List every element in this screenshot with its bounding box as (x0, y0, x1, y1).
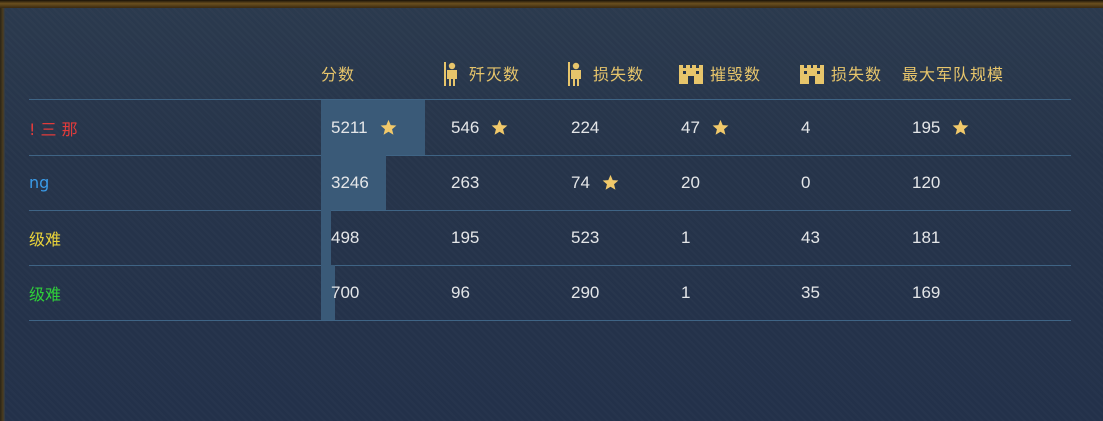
unit-losses-value: 523 (571, 227, 600, 247)
unit-losses-cell: 290 (571, 265, 599, 320)
header-unit-losses-label: 损失数 (593, 65, 645, 84)
player-row[interactable]: 级难 498 195 523 1 43 181 (29, 210, 1071, 266)
unit-losses-cell: 224 (571, 100, 599, 155)
max-army-value: 195 (912, 117, 941, 137)
destroyed-cell: 1 (681, 210, 690, 265)
score-value: 700 (331, 282, 360, 302)
destroyed-value: 1 (681, 282, 691, 302)
star-icon (380, 119, 396, 135)
score-bar (321, 210, 331, 265)
top-frame-border (0, 0, 1103, 8)
destroyed-cell: 1 (681, 265, 690, 320)
kills-cell: 195 (451, 210, 479, 265)
header-unit-losses: 损失数 (565, 58, 644, 88)
player-name: 级难 (29, 229, 62, 249)
player-name: ng (29, 173, 50, 192)
header-building-losses-label: 损失数 (831, 65, 883, 84)
header-kills: 歼灭数 (441, 58, 520, 88)
max-army-cell: 120 (912, 155, 940, 210)
header-max-army: 最大军队规模 (902, 58, 1004, 88)
max-army-cell: 169 (912, 265, 940, 320)
kills-cell: 263 (451, 155, 479, 210)
max-army-value: 181 (912, 227, 941, 247)
score-value: 498 (331, 227, 360, 247)
player-name: 级难 (29, 284, 62, 304)
unit-losses-value: 224 (571, 117, 600, 137)
left-frame-border (0, 8, 5, 421)
max-army-value: 169 (912, 282, 941, 302)
score-value: 5211 (331, 117, 368, 137)
star-icon (952, 119, 969, 135)
player-row[interactable]: ng 3246 263 74 20 0 120 (29, 155, 1071, 211)
building-losses-cell: 43 (801, 210, 820, 265)
soldier-icon (568, 62, 581, 86)
header-destroyed-label: 摧毁数 (710, 65, 762, 84)
destroyed-value: 47 (681, 117, 700, 137)
unit-losses-value: 290 (571, 282, 600, 302)
building-losses-value: 4 (801, 117, 811, 137)
player-row[interactable]: ! 三 那 5211 546 224 47 4 195 (29, 100, 1071, 156)
building-losses-cell: 4 (801, 100, 810, 155)
destroyed-value: 20 (681, 172, 700, 192)
building-losses-cell: 35 (801, 265, 820, 320)
kills-value: 195 (451, 227, 480, 247)
score-cell: 3246 (331, 155, 369, 210)
header-kills-label: 歼灭数 (469, 65, 521, 84)
destroyed-cell: 47 (681, 100, 729, 155)
star-icon (712, 119, 729, 135)
player-name: ! 三 那 (29, 119, 78, 139)
kills-value: 263 (451, 172, 480, 192)
unit-losses-cell: 74 (571, 155, 619, 210)
score-cell: 498 (331, 210, 359, 265)
player-row[interactable]: 级难 700 96 290 1 35 169 (29, 265, 1071, 321)
score-cell: 700 (331, 265, 359, 320)
max-army-cell: 195 (912, 100, 969, 155)
unit-losses-value: 74 (571, 172, 590, 192)
header-building-losses: 损失数 (799, 58, 882, 88)
destroyed-value: 1 (681, 227, 691, 247)
star-icon (491, 119, 508, 135)
max-army-value: 120 (912, 172, 941, 192)
kills-value: 96 (451, 282, 470, 302)
max-army-cell: 181 (912, 210, 940, 265)
building-losses-value: 35 (801, 282, 820, 302)
building-losses-cell: 0 (801, 155, 810, 210)
castle-icon (679, 65, 703, 84)
header-score: 分数 (321, 58, 355, 88)
unit-losses-cell: 523 (571, 210, 599, 265)
header-score-label: 分数 (321, 65, 356, 84)
kills-value: 546 (451, 117, 480, 137)
star-icon (602, 174, 619, 190)
header-max-army-label: 最大军队规模 (902, 65, 1005, 84)
building-losses-value: 0 (801, 172, 811, 192)
destroyed-cell: 20 (681, 155, 700, 210)
soldier-icon (444, 62, 457, 86)
score-cell: 5211 (331, 100, 397, 155)
building-losses-value: 43 (801, 227, 820, 247)
kills-cell: 546 (451, 100, 508, 155)
castle-icon (800, 65, 824, 84)
kills-cell: 96 (451, 265, 470, 320)
header-destroyed: 摧毁数 (678, 58, 761, 88)
score-value: 3246 (331, 172, 369, 192)
